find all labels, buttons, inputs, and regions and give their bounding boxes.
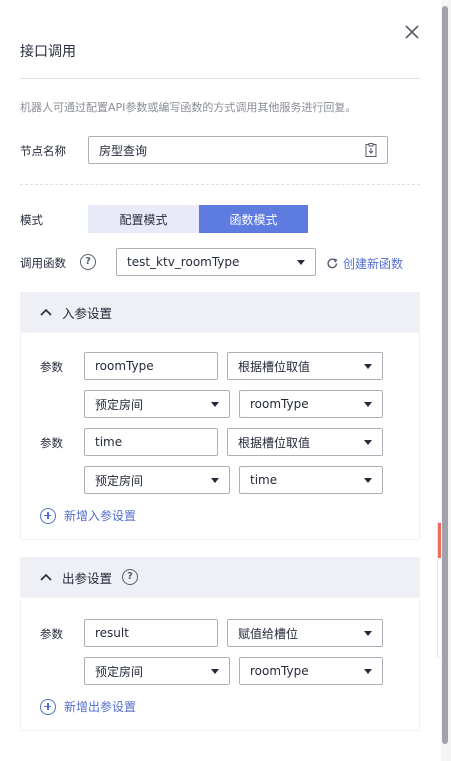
mode-function-button[interactable]: 函数模式 (199, 205, 308, 233)
param-label: 参数 (40, 360, 63, 374)
panel-description: 机器人可通过配置API参数或编写函数的方式调用其他服务进行回复。 (20, 101, 357, 114)
param-source-select[interactable]: 根据槽位取值 (227, 352, 383, 380)
param-slot-select[interactable]: time (239, 466, 383, 494)
create-function-link[interactable]: 创建新函数 (326, 255, 403, 272)
param-slot-value: roomType (250, 397, 309, 411)
param-slot-select[interactable]: roomType (239, 390, 383, 418)
param-source-value: 根据槽位取值 (238, 435, 311, 450)
param-slot-select[interactable]: roomType (239, 657, 383, 685)
chevron-up-icon (40, 573, 52, 581)
caret-down-icon (211, 401, 219, 407)
param-name-input[interactable]: roomType (84, 352, 218, 380)
param-source-value: 赋值给槽位 (238, 626, 299, 641)
plus-circle-icon (40, 698, 56, 715)
call-function-value: test_ktv_roomType (127, 255, 240, 269)
param-intent-value: 预定房间 (95, 397, 144, 412)
caret-down-icon (364, 477, 372, 483)
caret-down-icon (364, 401, 372, 407)
mode-config-button[interactable]: 配置模式 (88, 205, 199, 233)
input-section-header[interactable]: 入参设置 (20, 292, 420, 332)
section-divider (20, 184, 420, 185)
param-name-value: time (95, 435, 123, 449)
interface-call-panel: 接口调用 机器人可通过配置API参数或编写函数的方式调用其他服务进行回复。 节点… (0, 0, 440, 761)
param-source-select[interactable]: 根据槽位取值 (227, 428, 383, 456)
help-icon[interactable]: ? (122, 569, 139, 585)
param-slot-value: roomType (250, 664, 309, 678)
close-icon (405, 25, 419, 39)
caret-down-icon (211, 668, 219, 674)
close-button[interactable] (402, 22, 422, 42)
caret-down-icon (364, 439, 372, 445)
output-section-title: 出参设置 (62, 570, 113, 586)
help-icon[interactable]: ? (80, 254, 96, 270)
caret-down-icon (364, 630, 372, 636)
call-function-select[interactable]: test_ktv_roomType (116, 248, 316, 276)
add-input-param-button[interactable]: 新增入参设置 (40, 507, 136, 524)
add-input-param-label: 新增入参设置 (64, 509, 137, 523)
add-output-param-label: 新增出参设置 (64, 700, 137, 714)
param-name-input[interactable]: time (84, 428, 218, 456)
param-source-value: 根据槽位取值 (238, 359, 311, 374)
scrollbar-thumb[interactable] (442, 6, 448, 744)
param-intent-select[interactable]: 预定房间 (84, 390, 230, 418)
caret-down-icon (211, 477, 219, 483)
title-divider (20, 78, 420, 79)
caret-down-icon (364, 363, 372, 369)
caret-down-icon (364, 668, 372, 674)
param-name-input[interactable]: result (84, 619, 218, 647)
mode-label: 模式 (20, 213, 43, 227)
output-section-header[interactable]: 出参设置 ? (20, 557, 420, 597)
param-intent-select[interactable]: 预定房间 (84, 657, 230, 685)
caret-down-icon (297, 259, 305, 265)
param-intent-value: 预定房间 (95, 664, 144, 679)
param-label: 参数 (40, 436, 63, 450)
plus-circle-icon (40, 507, 56, 524)
param-name-value: result (95, 626, 129, 640)
param-intent-value: 预定房间 (95, 473, 144, 488)
param-intent-select[interactable]: 预定房间 (84, 466, 230, 494)
create-function-label: 创建新函数 (343, 257, 404, 271)
param-source-select[interactable]: 赋值给槽位 (227, 619, 383, 647)
clipboard-icon (365, 143, 377, 157)
chevron-up-icon (40, 308, 52, 316)
param-label: 参数 (40, 627, 63, 641)
node-name-label: 节点名称 (20, 144, 66, 158)
call-function-label: 调用函数 (20, 256, 66, 270)
panel-title: 接口调用 (20, 44, 76, 60)
add-output-param-button[interactable]: 新增出参设置 (40, 698, 136, 715)
param-name-value: roomType (95, 359, 154, 373)
refresh-icon (327, 258, 338, 269)
input-section-title: 入参设置 (62, 305, 113, 321)
param-slot-value: time (250, 473, 278, 487)
node-name-input[interactable]: 房型查询 (88, 136, 388, 164)
node-name-value: 房型查询 (99, 143, 148, 158)
